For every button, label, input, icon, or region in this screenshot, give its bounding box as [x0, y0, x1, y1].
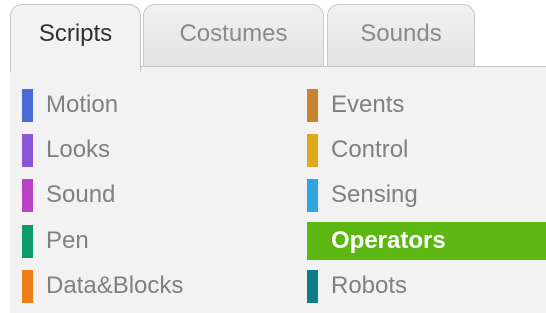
- scripts-panel: Costumes Sounds Scripts Motion Looks Sou…: [0, 0, 546, 313]
- category-operators-label: Operators: [331, 227, 446, 254]
- category-looks-swatch: [22, 134, 33, 167]
- category-palette: Motion Looks Sound Pen Data&Blocks Event…: [10, 66, 546, 313]
- category-data-blocks-label: Data&Blocks: [46, 272, 184, 299]
- category-events-swatch: [307, 89, 318, 122]
- category-sound[interactable]: Sound: [22, 175, 292, 215]
- category-sound-swatch: [22, 179, 33, 212]
- category-control[interactable]: Control: [307, 130, 546, 170]
- category-sound-label: Sound: [46, 181, 116, 208]
- tab-costumes-label: Costumes: [179, 20, 288, 47]
- category-robots-swatch: [307, 270, 318, 303]
- category-operators-swatch: [307, 225, 318, 258]
- category-sensing[interactable]: Sensing: [307, 175, 546, 215]
- category-control-swatch: [307, 134, 318, 167]
- category-looks[interactable]: Looks: [22, 130, 292, 170]
- category-operators[interactable]: Operators: [307, 221, 546, 261]
- category-data-blocks-swatch: [22, 270, 33, 303]
- category-pen-swatch: [22, 225, 33, 258]
- tab-sounds-label: Sounds: [360, 20, 442, 47]
- category-motion-swatch: [22, 89, 33, 122]
- category-sensing-swatch: [307, 179, 318, 212]
- category-events-label: Events: [331, 91, 405, 118]
- category-robots-label: Robots: [331, 272, 408, 299]
- category-sensing-label: Sensing: [331, 181, 418, 208]
- category-control-label: Control: [331, 136, 409, 163]
- tab-bar: Costumes Sounds Scripts: [0, 0, 546, 72]
- category-pen-label: Pen: [46, 227, 89, 254]
- category-robots[interactable]: Robots: [307, 266, 546, 306]
- category-pen[interactable]: Pen: [22, 221, 292, 261]
- category-motion[interactable]: Motion: [22, 85, 292, 125]
- tab-costumes[interactable]: Costumes: [143, 4, 324, 70]
- category-motion-label: Motion: [46, 91, 119, 118]
- category-looks-label: Looks: [46, 136, 111, 163]
- category-events[interactable]: Events: [307, 85, 546, 125]
- tab-sounds[interactable]: Sounds: [327, 4, 475, 70]
- tab-scripts[interactable]: Scripts: [10, 4, 141, 72]
- category-data-blocks[interactable]: Data&Blocks: [22, 266, 292, 306]
- tab-scripts-label: Scripts: [38, 20, 113, 47]
